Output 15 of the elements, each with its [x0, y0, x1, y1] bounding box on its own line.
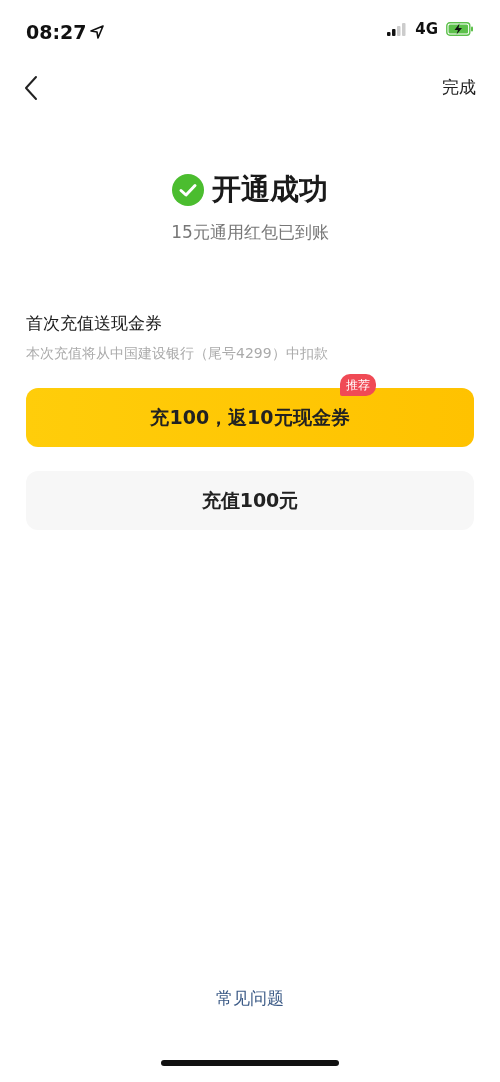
- network-label: 4G: [415, 19, 438, 40]
- recommended-badge: 推荐: [340, 373, 376, 396]
- done-button[interactable]: 完成: [442, 75, 476, 101]
- status-time: 08:27: [26, 20, 87, 45]
- section-title: 首次充值送现金券: [26, 312, 163, 335]
- battery-charging-icon: [446, 22, 474, 37]
- recharge-button[interactable]: 充值100元: [26, 470, 474, 530]
- faq-link[interactable]: 常见问题: [210, 984, 290, 1012]
- location-icon: [90, 25, 105, 40]
- signal-icon: [387, 22, 408, 36]
- success-check-icon: [172, 173, 204, 206]
- success-title: 开通成功: [212, 171, 328, 208]
- payment-note: 本次充值将从中国建设银行（尾号4299）中扣款: [26, 343, 329, 363]
- subtitle-text: 15元通用红包已到账: [170, 220, 330, 244]
- back-button[interactable]: [24, 75, 38, 101]
